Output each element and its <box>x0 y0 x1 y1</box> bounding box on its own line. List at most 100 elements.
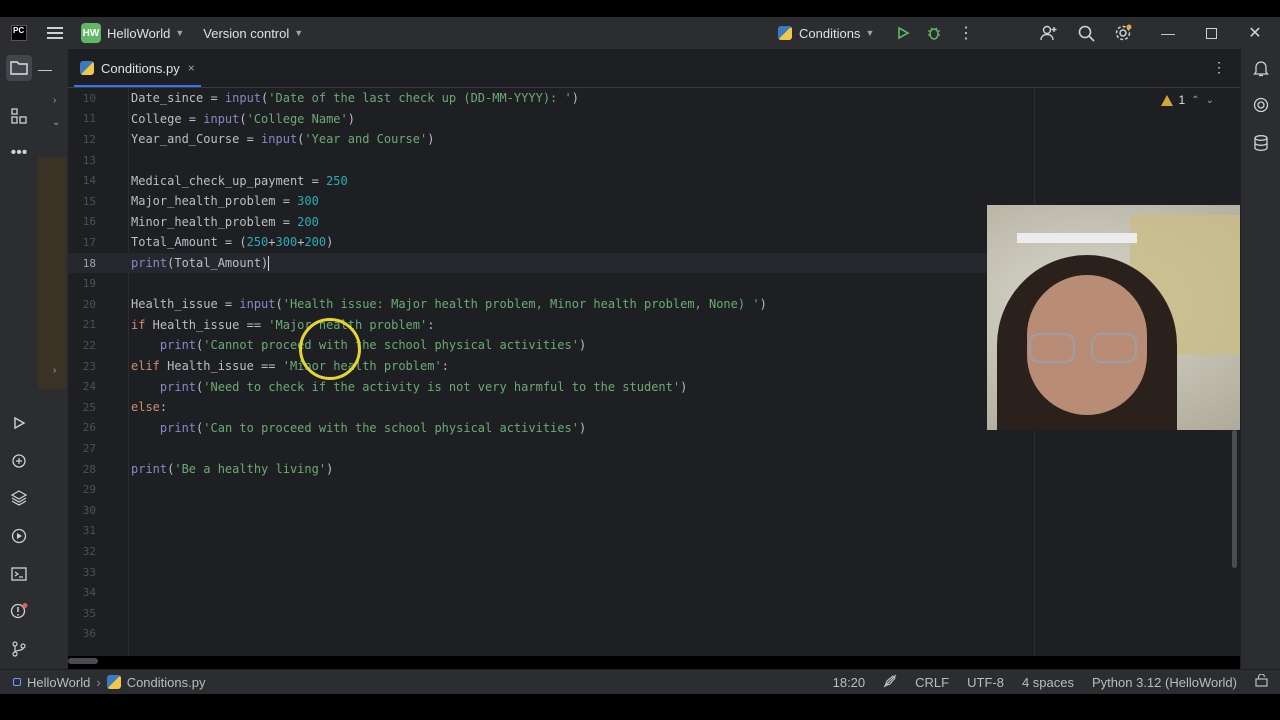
code-line: 30 <box>68 500 1240 521</box>
tab-conditions-py[interactable]: Conditions.py × <box>74 49 201 87</box>
run-icon[interactable] <box>893 23 913 43</box>
minimize-window-icon[interactable]: — <box>1158 23 1178 43</box>
close-window-icon[interactable]: ✕ <box>1245 23 1265 43</box>
line-number: 33 <box>82 565 96 579</box>
code-text: print('Need to check if the activity is … <box>159 379 688 394</box>
line-number: 12 <box>82 132 96 146</box>
video-letterbox-top <box>0 0 1280 17</box>
code-text: College = input('College Name') <box>131 111 355 126</box>
editor-tab-bar: Conditions.py × ⋮ <box>68 49 1240 88</box>
chevron-down-icon[interactable]: ⌄ <box>52 117 60 128</box>
title-bar: PC HW HelloWorld ▼ Version control ▼ Con… <box>0 17 1280 49</box>
git-icon[interactable] <box>9 639 29 659</box>
code-line: 29 <box>68 479 1240 500</box>
lock-icon[interactable] <box>1255 673 1268 690</box>
line-number: 23 <box>82 359 96 373</box>
code-line: 33 <box>68 562 1240 583</box>
caret-position[interactable]: 18:20 <box>833 675 866 690</box>
more-actions-icon[interactable]: ⋮ <box>956 23 976 43</box>
python-interpreter[interactable]: Python 3.12 (HelloWorld) <box>1092 675 1237 690</box>
line-number: 29 <box>82 483 96 497</box>
add-user-icon[interactable] <box>1038 23 1060 43</box>
more-tools-icon[interactable]: ••• <box>9 143 29 163</box>
notifications-bell-icon[interactable] <box>1251 58 1271 78</box>
code-text: Year_and_Course = input('Year and Course… <box>131 132 435 147</box>
line-number: 19 <box>82 277 96 291</box>
structure-icon[interactable] <box>9 106 29 126</box>
code-line: 10 Date_since = input('Date of the last … <box>68 88 1240 109</box>
eyeglasses-left <box>1029 333 1075 363</box>
code-line: 34 <box>68 582 1240 603</box>
project-folder-icon[interactable] <box>6 55 32 81</box>
breadcrumb-project[interactable]: HelloWorld <box>27 675 90 690</box>
line-number: 20 <box>82 297 96 311</box>
minimize-panel-icon[interactable]: — <box>38 61 52 77</box>
line-number: 31 <box>82 524 96 538</box>
line-number: 24 <box>82 380 96 394</box>
right-tool-strip <box>1240 49 1280 669</box>
version-control-menu[interactable]: Version control <box>203 26 289 41</box>
video-letterbox-bottom <box>0 696 1280 720</box>
code-text: Date_since = input('Date of the last che… <box>131 91 579 106</box>
line-number: 16 <box>82 215 96 229</box>
search-icon[interactable] <box>1075 23 1097 43</box>
run-tool-icon[interactable] <box>9 413 29 433</box>
code-text: print('Be a healthy living') <box>131 462 334 477</box>
line-number: 22 <box>82 338 96 352</box>
code-line: 27 <box>68 438 1240 459</box>
run-config-selector[interactable]: Conditions ▼ <box>778 17 874 49</box>
breadcrumb-file[interactable]: Conditions.py <box>127 675 206 690</box>
problems-icon[interactable] <box>9 601 29 621</box>
horizontal-scrollbar[interactable] <box>68 658 98 664</box>
code-text: Major_health_problem = 300 <box>131 194 319 209</box>
code-line: 32 <box>68 541 1240 562</box>
breadcrumb: HelloWorld › Conditions.py <box>13 675 205 690</box>
code-text: print('Cannot proceed with the school ph… <box>159 338 587 353</box>
line-number: 25 <box>82 400 96 414</box>
terminal-icon[interactable] <box>9 564 29 584</box>
python-packages-icon[interactable] <box>9 488 29 508</box>
python-console-icon[interactable] <box>9 451 29 471</box>
main-menu-icon[interactable] <box>47 27 63 39</box>
run-config-name: Conditions <box>799 25 861 41</box>
active-tab-indicator <box>74 85 201 87</box>
line-number: 17 <box>82 235 96 249</box>
maximize-window-icon[interactable] <box>1201 23 1221 43</box>
project-panel-collapsed: — › ⌄ › <box>38 49 68 669</box>
line-number: 21 <box>82 318 96 332</box>
services-icon[interactable] <box>9 526 29 546</box>
project-badge[interactable]: HW <box>81 23 101 43</box>
wall-shelf <box>1017 233 1137 243</box>
code-line: 14 Medical_check_up_payment = 250 <box>68 170 1240 191</box>
close-tab-icon[interactable]: × <box>188 61 195 75</box>
line-number: 10 <box>82 91 96 105</box>
chevron-right-icon[interactable]: › <box>53 95 56 106</box>
line-number: 30 <box>82 503 96 517</box>
breadcrumb-separator-icon: › <box>96 674 101 690</box>
chevron-down-icon: ▼ <box>865 28 875 38</box>
debug-icon[interactable] <box>924 23 944 43</box>
ai-assistant-icon[interactable] <box>1251 95 1271 115</box>
line-separator[interactable]: CRLF <box>915 675 949 690</box>
file-encoding[interactable]: UTF-8 <box>967 675 1004 690</box>
settings-gear-icon[interactable] <box>1112 23 1134 43</box>
project-module-icon <box>13 678 21 686</box>
line-number: 32 <box>82 544 96 558</box>
text-caret <box>268 255 270 271</box>
eyeglasses-right <box>1091 333 1137 363</box>
project-name[interactable]: HelloWorld <box>107 26 170 41</box>
line-number: 13 <box>82 153 96 167</box>
vertical-scrollbar[interactable] <box>1232 430 1237 568</box>
indent-setting[interactable]: 4 spaces <box>1022 675 1074 690</box>
code-text: print(Total_Amount) <box>131 255 270 271</box>
database-icon[interactable] <box>1251 133 1271 153</box>
line-number: 28 <box>82 462 96 476</box>
python-file-icon <box>106 675 121 689</box>
tab-options-icon[interactable]: ⋮ <box>1212 59 1226 76</box>
chevron-right-icon[interactable]: › <box>53 365 56 376</box>
readonly-toggle-icon[interactable] <box>883 674 897 691</box>
code-text: Health_issue = input('Health issue: Majo… <box>131 297 767 312</box>
line-number: 18 <box>82 256 96 270</box>
code-line: 12 Year_and_Course = input('Year and Cou… <box>68 129 1240 150</box>
line-number: 36 <box>82 627 96 641</box>
